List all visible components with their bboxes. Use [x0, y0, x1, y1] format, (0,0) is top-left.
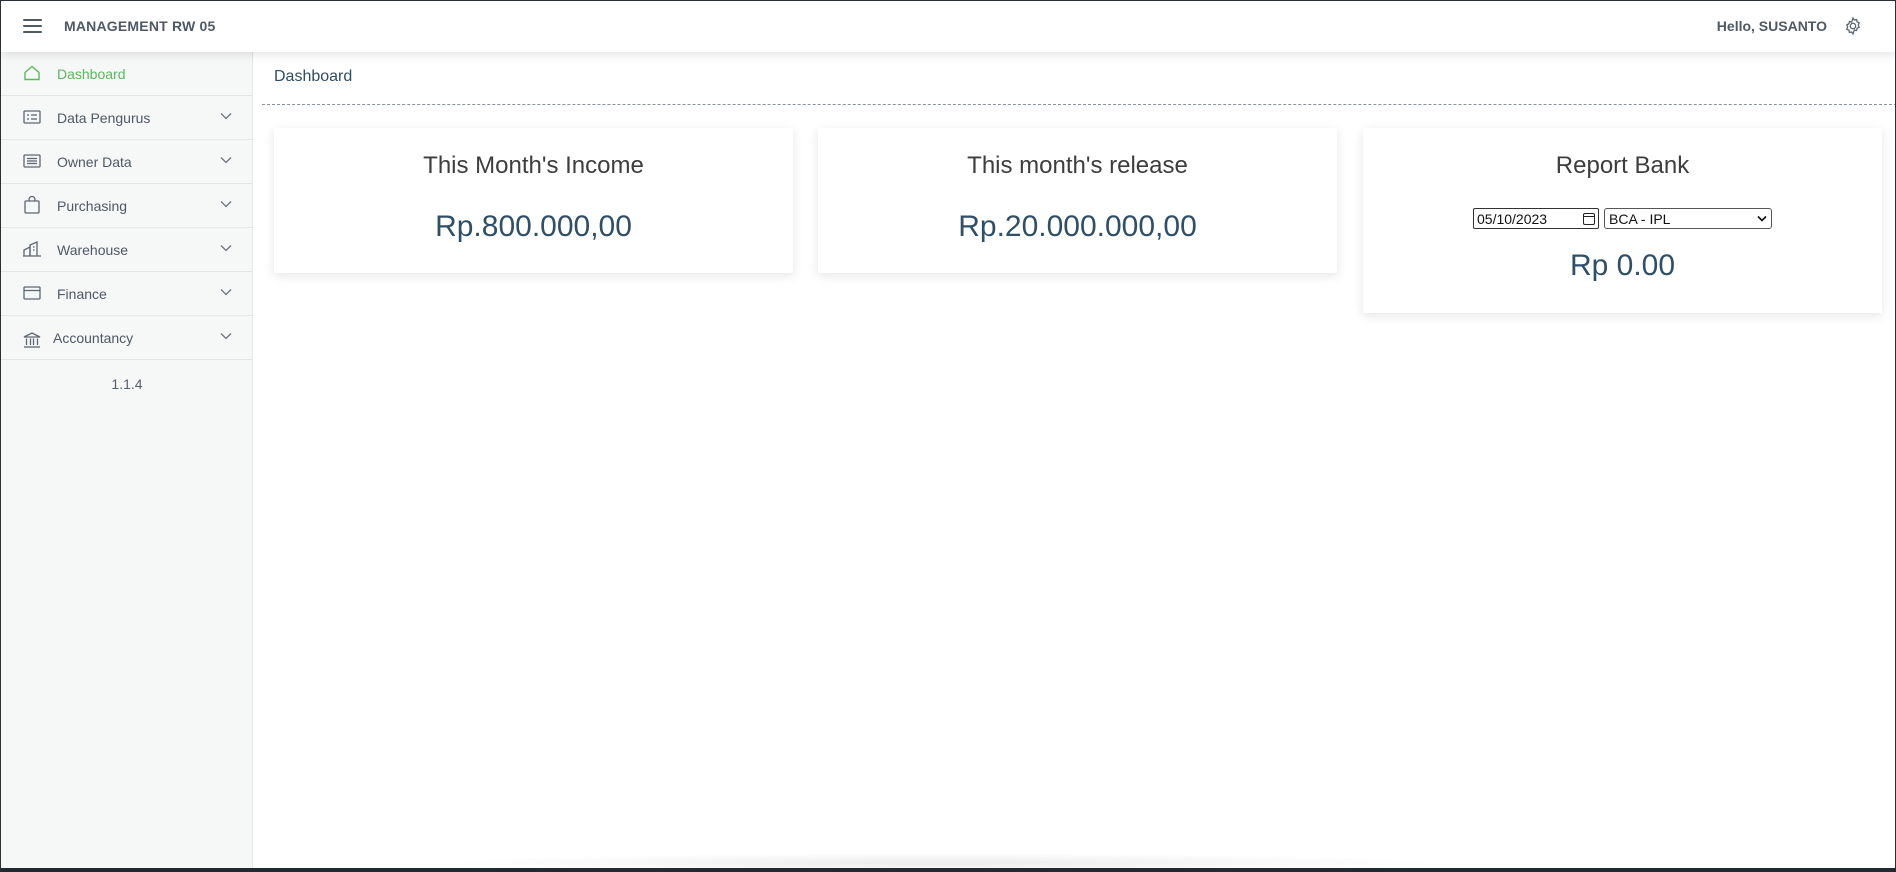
release-card: This month's release Rp.20.000.000,00	[818, 128, 1337, 273]
sidebar-item-label: Purchasing	[57, 198, 128, 214]
income-card: This Month's Income Rp.800.000,00	[274, 128, 793, 273]
card-title: Report Bank	[1555, 152, 1690, 179]
report-bank-card: Report Bank 05/10/2023 BCA - IPL Rp 0.00	[1363, 128, 1882, 313]
sidebar-item-finance[interactable]: Finance	[1, 272, 252, 316]
id-card-icon	[23, 110, 41, 124]
app-window: MANAGEMENT RW 05 Hello, SUSANTO Dashboar…	[0, 0, 1896, 872]
bank-icon	[23, 332, 41, 348]
chevron-down-icon	[220, 289, 232, 296]
app-version: 1.1.4	[111, 376, 143, 392]
bank-selected-value: BCA - IPL	[1609, 210, 1671, 227]
sidebar-item-label: Owner Data	[57, 154, 132, 170]
home-icon	[24, 65, 40, 81]
report-controls: 05/10/2023 BCA - IPL	[1363, 208, 1882, 229]
income-value: Rp.800.000,00	[435, 210, 632, 243]
sidebar-item-owner-data[interactable]: Owner Data	[1, 140, 252, 184]
list-icon	[23, 154, 41, 168]
sidebar-item-accountancy[interactable]: Accountancy	[1, 316, 252, 360]
sidebar-item-label: Finance	[57, 286, 107, 302]
chevron-down-icon	[220, 333, 232, 340]
chevron-down-icon	[1757, 215, 1767, 222]
report-date-input[interactable]: 05/10/2023	[1473, 208, 1599, 229]
sidebar-item-data-pengurus[interactable]: Data Pengurus	[1, 96, 252, 140]
app-title: MANAGEMENT RW 05	[64, 18, 216, 34]
card-title: This month's release	[967, 152, 1188, 179]
release-value: Rp.20.000.000,00	[958, 210, 1197, 243]
bank-select[interactable]: BCA - IPL	[1604, 208, 1772, 229]
sidebar-item-purchasing[interactable]: Purchasing	[1, 184, 252, 228]
calendar-icon[interactable]	[1583, 212, 1595, 225]
menu-toggle-icon[interactable]	[23, 18, 43, 34]
breadcrumb[interactable]: Dashboard	[274, 68, 352, 86]
card-title: This Month's Income	[423, 152, 644, 179]
sidebar-item-warehouse[interactable]: Warehouse	[1, 228, 252, 272]
sidebar-item-label: Accountancy	[53, 330, 134, 346]
top-bar: MANAGEMENT RW 05 Hello, SUSANTO	[1, 1, 1895, 52]
shopping-bag-icon	[24, 196, 40, 214]
chevron-down-icon	[220, 245, 232, 252]
gear-icon[interactable]	[1843, 16, 1863, 36]
sidebar-item-label: Data Pengurus	[57, 110, 151, 126]
date-value: 05/10/2023	[1477, 210, 1548, 227]
chevron-down-icon	[220, 113, 232, 120]
sidebar: Dashboard Data Pengurus Owner Data Purch…	[1, 52, 253, 868]
sidebar-item-label: Warehouse	[57, 242, 129, 258]
sidebar-item-dashboard[interactable]: Dashboard	[1, 52, 252, 96]
wallet-icon	[23, 286, 41, 300]
user-greeting[interactable]: Hello, SUSANTO	[1717, 18, 1827, 34]
bottom-shadow	[441, 853, 1441, 868]
bank-total-value: Rp 0.00	[1569, 249, 1676, 282]
chevron-down-icon	[220, 157, 232, 164]
chevron-down-icon	[220, 201, 232, 208]
sidebar-item-label: Dashboard	[57, 66, 126, 82]
warehouse-icon	[23, 241, 41, 257]
divider	[262, 104, 1895, 105]
